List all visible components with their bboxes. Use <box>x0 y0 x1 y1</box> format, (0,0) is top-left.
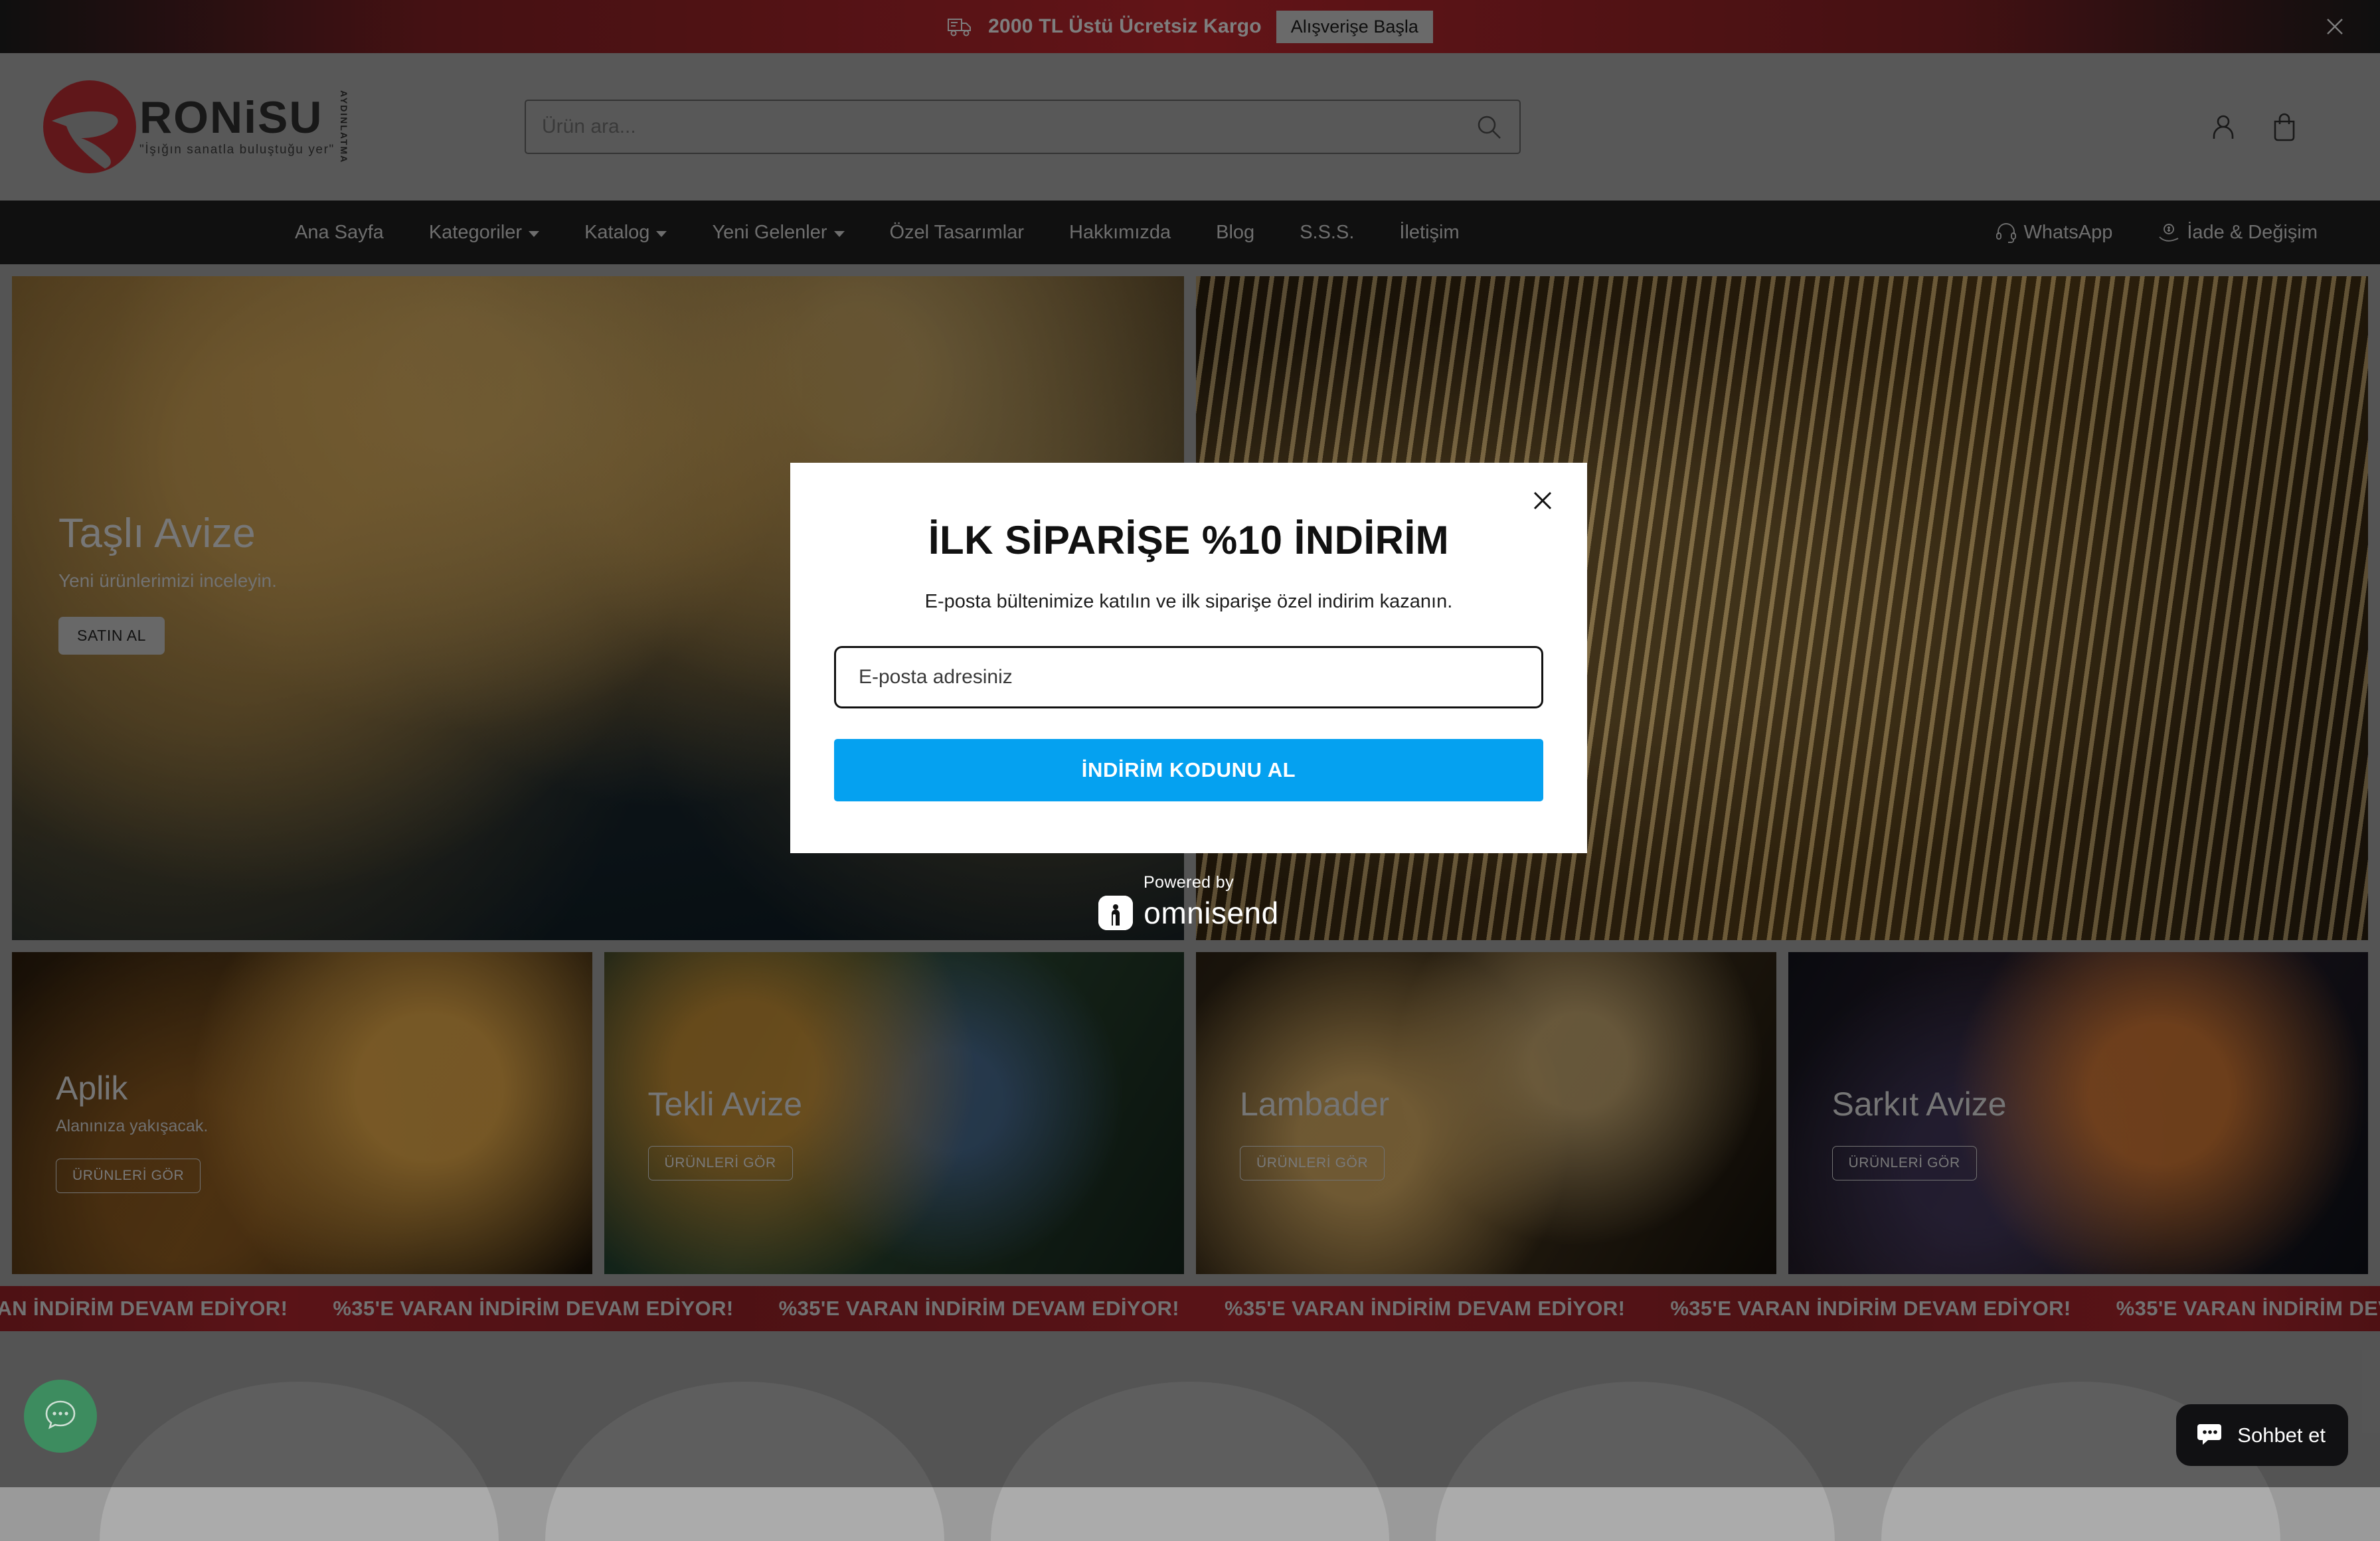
chat-bubble-icon <box>41 1395 80 1438</box>
newsletter-popup: İLK SİPARİŞE %10 İNDİRİM E-posta bülteni… <box>790 463 1587 931</box>
get-discount-code-button[interactable]: İNDİRİM KODUNU AL <box>834 739 1543 801</box>
powered-by-omnisend: Powered by omnisend <box>1098 873 1278 931</box>
powered-by-label: Powered by <box>1143 873 1234 892</box>
omnisend-wordmark: omnisend <box>1144 896 1279 930</box>
modal-subtitle: E-posta bültenimize katılın ve ilk sipar… <box>924 591 1453 612</box>
modal-close-icon[interactable] <box>1527 485 1558 516</box>
chat-bubble-icon <box>2195 1419 2224 1451</box>
newsletter-email-input[interactable] <box>834 646 1543 708</box>
modal-title: İLK SİPARİŞE %10 İNDİRİM <box>928 518 1450 562</box>
omnisend-logo-icon <box>1098 896 1134 930</box>
newsletter-modal: İLK SİPARİŞE %10 İNDİRİM E-posta bülteni… <box>790 463 1587 853</box>
shopify-chat-widget-button[interactable]: Sohbet et <box>2176 1404 2348 1466</box>
whatsapp-chat-bubble-button[interactable] <box>24 1380 97 1453</box>
chat-widget-label: Sohbet et <box>2237 1423 2326 1447</box>
